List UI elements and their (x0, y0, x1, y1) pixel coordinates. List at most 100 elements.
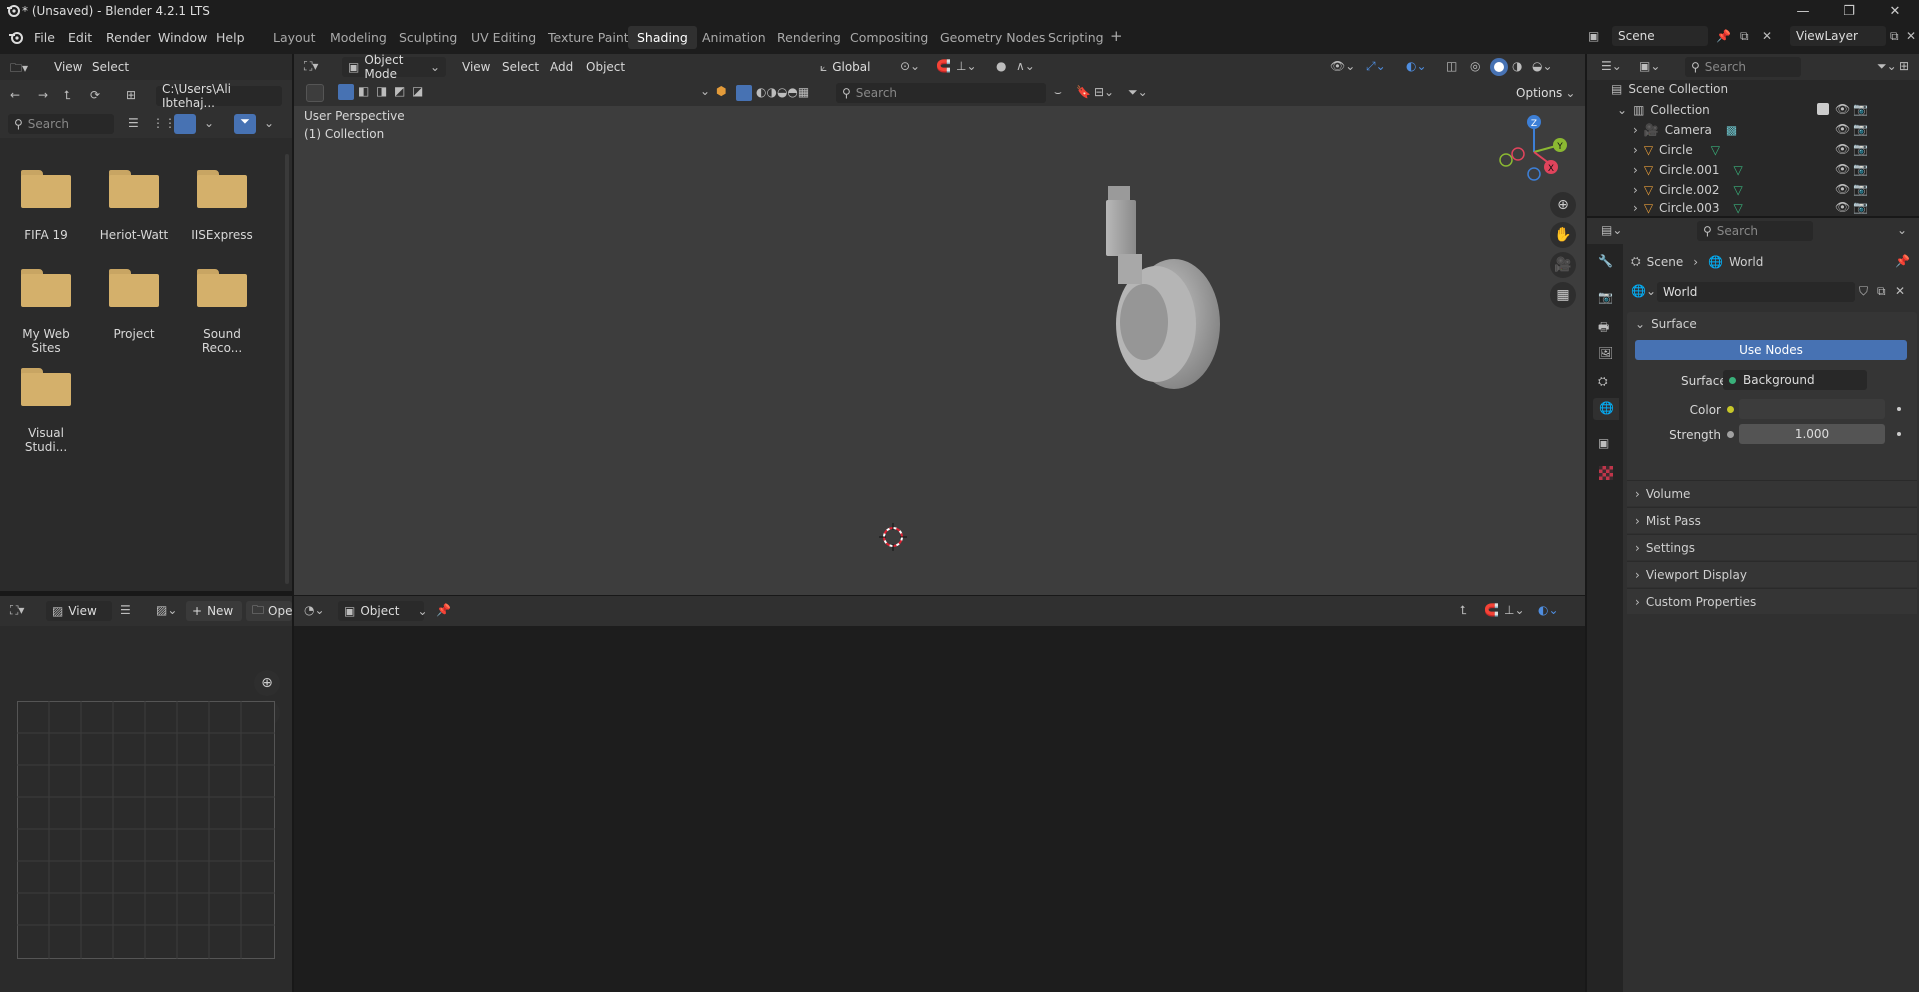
wireframe-shading-icon[interactable]: ◎ (1470, 59, 1480, 73)
output-tab-icon[interactable]: 🖶 (1598, 318, 1609, 339)
refresh-icon[interactable]: ⟳ (90, 88, 100, 102)
eye-icon[interactable]: 👁 (1835, 102, 1850, 116)
menu-render[interactable]: Render (106, 30, 151, 45)
outliner-item-circle[interactable]: › ▽ Circle ▽ 👁 📷 (1633, 140, 1913, 160)
tab-texture-paint[interactable]: Texture Paint (548, 30, 629, 45)
folder-label[interactable]: FIFA 19 (6, 228, 86, 242)
tab-scripting[interactable]: Scripting (1048, 30, 1104, 45)
folder-label[interactable]: Visual Studi... (6, 426, 86, 454)
eye-icon[interactable]: 👁 (1835, 142, 1850, 156)
material-shading-icon[interactable]: ◑ (1512, 59, 1522, 73)
list-horizontal-icon[interactable]: ⋮⋮ (152, 116, 176, 130)
toolbar-toggle-icon[interactable] (306, 84, 324, 102)
image-browse-icon[interactable]: ▨⌄ (156, 603, 177, 617)
parent-dir-icon[interactable]: ⮤ (64, 88, 71, 103)
keyframe-dot-icon[interactable] (1897, 432, 1901, 436)
strength-slider[interactable]: 1.000 (1739, 424, 1885, 444)
outliner-item-circle-001[interactable]: › ▽ Circle.001 ▽ 👁 📷 (1633, 160, 1913, 180)
new-image-button[interactable]: + New (186, 601, 242, 621)
pin-icon[interactable]: 📌 (1716, 29, 1731, 43)
tab-uv-editing[interactable]: UV Editing (471, 30, 536, 45)
color-socket-icon[interactable] (1727, 406, 1734, 413)
file-search-input[interactable]: ⚲ Search (8, 114, 114, 134)
select-new-icon[interactable] (338, 84, 354, 100)
filter-dropdown-icon[interactable]: ⌄ (264, 116, 274, 130)
folder-icon[interactable] (197, 269, 247, 307)
world-name-field[interactable]: World (1657, 282, 1855, 302)
back-arrow-icon[interactable]: ← (10, 88, 20, 102)
proportional-edit-icon[interactable]: ● (996, 59, 1006, 73)
pan-hand-icon[interactable]: ✋ (1550, 222, 1576, 248)
parent-node-icon[interactable]: ⮤ (1460, 603, 1467, 618)
filter-type-icon[interactable]: ◐◑◒◓▦ (756, 85, 809, 99)
select-subtract-icon[interactable]: ◨ (376, 84, 387, 98)
bookmark-icon[interactable]: 🔖 (1076, 85, 1091, 99)
viewport-search-input[interactable]: ⚲ Search (836, 83, 1046, 103)
image-view-dropdown[interactable]: ▨ View (46, 601, 112, 621)
menu-edit[interactable]: Edit (68, 30, 92, 45)
chevron-down-icon[interactable]: ⌄ (700, 84, 710, 98)
image-editor-panel[interactable]: ⛶▾ ▨View ☰ ▨⌄ +New 🗀Ope ⊕ ✋ (0, 596, 292, 992)
open-image-button[interactable]: 🗀 Ope (246, 601, 292, 621)
node-filter-icon[interactable] (736, 85, 752, 101)
scrollbar[interactable] (285, 154, 289, 584)
3d-cursor-icon[interactable] (878, 522, 908, 552)
close-window-button[interactable]: ✕ (1872, 0, 1918, 22)
folder-icon[interactable] (21, 368, 71, 406)
folder-icon[interactable] (109, 170, 159, 208)
restrict-icon[interactable]: ⌣ (1054, 85, 1062, 100)
transform-orientation-dropdown[interactable]: ⟀ Global (814, 57, 892, 77)
filter-icon[interactable]: ⏷⌄ (1877, 59, 1897, 74)
options-button[interactable]: Options ⌄ (1510, 83, 1575, 103)
menu-lines-icon[interactable]: ☰ (120, 603, 131, 617)
camera-render-icon[interactable]: 📷 (1853, 122, 1868, 136)
viewport-view-menu[interactable]: View (462, 60, 490, 74)
file-view-menu[interactable]: View (54, 60, 82, 74)
world-browse-icon[interactable]: 🌐⌄ (1631, 284, 1656, 298)
select-intersect-icon[interactable]: ◪ (412, 84, 423, 98)
section-volume[interactable]: › Volume (1627, 480, 1917, 506)
outliner-item-camera[interactable]: › 🎥 Camera ▩ 👁 📷 (1633, 120, 1913, 140)
view-layer-tab-icon[interactable]: 🖼 (1598, 346, 1613, 360)
display-dropdown-icon[interactable]: ⌄ (204, 116, 214, 130)
folder-label[interactable]: Project (94, 327, 174, 341)
viewport-add-menu[interactable]: Add (550, 60, 573, 74)
tab-rendering[interactable]: Rendering (777, 30, 841, 45)
properties-panel[interactable]: ▤⌄ ⚲ Search ⌄ 🔧 📷 🖶 🖼 ⛭ 🌐 ▣ ⛭ Scene › 🌐 W… (1587, 218, 1919, 992)
outliner-item-circle-002[interactable]: › ▽ Circle.002 ▽ 👁 📷 (1633, 180, 1913, 200)
object-mode-dropdown[interactable]: ▣ Object Mode ⌄ (342, 53, 446, 81)
editor-type-icon[interactable]: ⛶▾ (10, 603, 24, 618)
exclude-checkbox[interactable] (1817, 103, 1829, 115)
minimize-button[interactable]: — (1780, 0, 1826, 22)
folder-label[interactable]: My Web Sites (6, 327, 86, 355)
viewlayer-selector[interactable]: ViewLayer (1790, 26, 1886, 46)
blender-menu-icon[interactable] (8, 29, 24, 45)
surface-panel-header[interactable]: ⌄ Surface (1627, 312, 1917, 336)
use-nodes-button[interactable]: Use Nodes (1635, 340, 1907, 360)
camera-render-icon[interactable]: 📷 (1853, 200, 1868, 214)
list-vertical-icon[interactable]: ☰ (128, 116, 139, 130)
keyframe-dot-icon[interactable] (1897, 407, 1901, 411)
new-scene-icon[interactable]: ⧉ (1740, 29, 1749, 44)
display-mode-icon[interactable]: ▣⌄ (1639, 59, 1660, 73)
select-extend-icon[interactable]: ◧ (358, 84, 369, 98)
new-collection-icon[interactable]: ⊞ (1899, 59, 1909, 73)
folder-label[interactable]: Heriot-Watt (94, 228, 174, 242)
xray-icon[interactable]: ◫ (1446, 59, 1457, 73)
zoom-icon[interactable]: ⊕ (254, 670, 280, 696)
texture-tab-icon[interactable] (1599, 466, 1613, 480)
world-tab-icon[interactable]: 🌐 (1593, 398, 1619, 420)
forward-arrow-icon[interactable]: → (38, 88, 48, 102)
editor-type-icon[interactable]: ☰⌄ (1601, 59, 1622, 73)
snap-target-icon[interactable]: ⊥⌄ (956, 59, 977, 73)
section-viewport-display[interactable]: › Viewport Display (1627, 561, 1917, 587)
outliner-panel[interactable]: ☰⌄ ▣⌄ ⚲ Search ⏷⌄ ⊞ ▤ Scene Collection ⌄ ▥ C… (1587, 54, 1919, 216)
surface-shader-field[interactable]: Background (1723, 370, 1867, 390)
chevron-down-icon[interactable]: ⌄ (1897, 223, 1907, 237)
snap-icon[interactable]: 🧲 (1484, 603, 1499, 617)
delete-scene-icon[interactable]: ✕ (1762, 29, 1772, 43)
new-viewlayer-icon[interactable]: ⧉ (1890, 29, 1899, 44)
select-invert-icon[interactable]: ◩ (394, 84, 405, 98)
editor-type-icon[interactable]: ⛶▾ (304, 59, 318, 74)
menu-file[interactable]: File (34, 30, 55, 45)
